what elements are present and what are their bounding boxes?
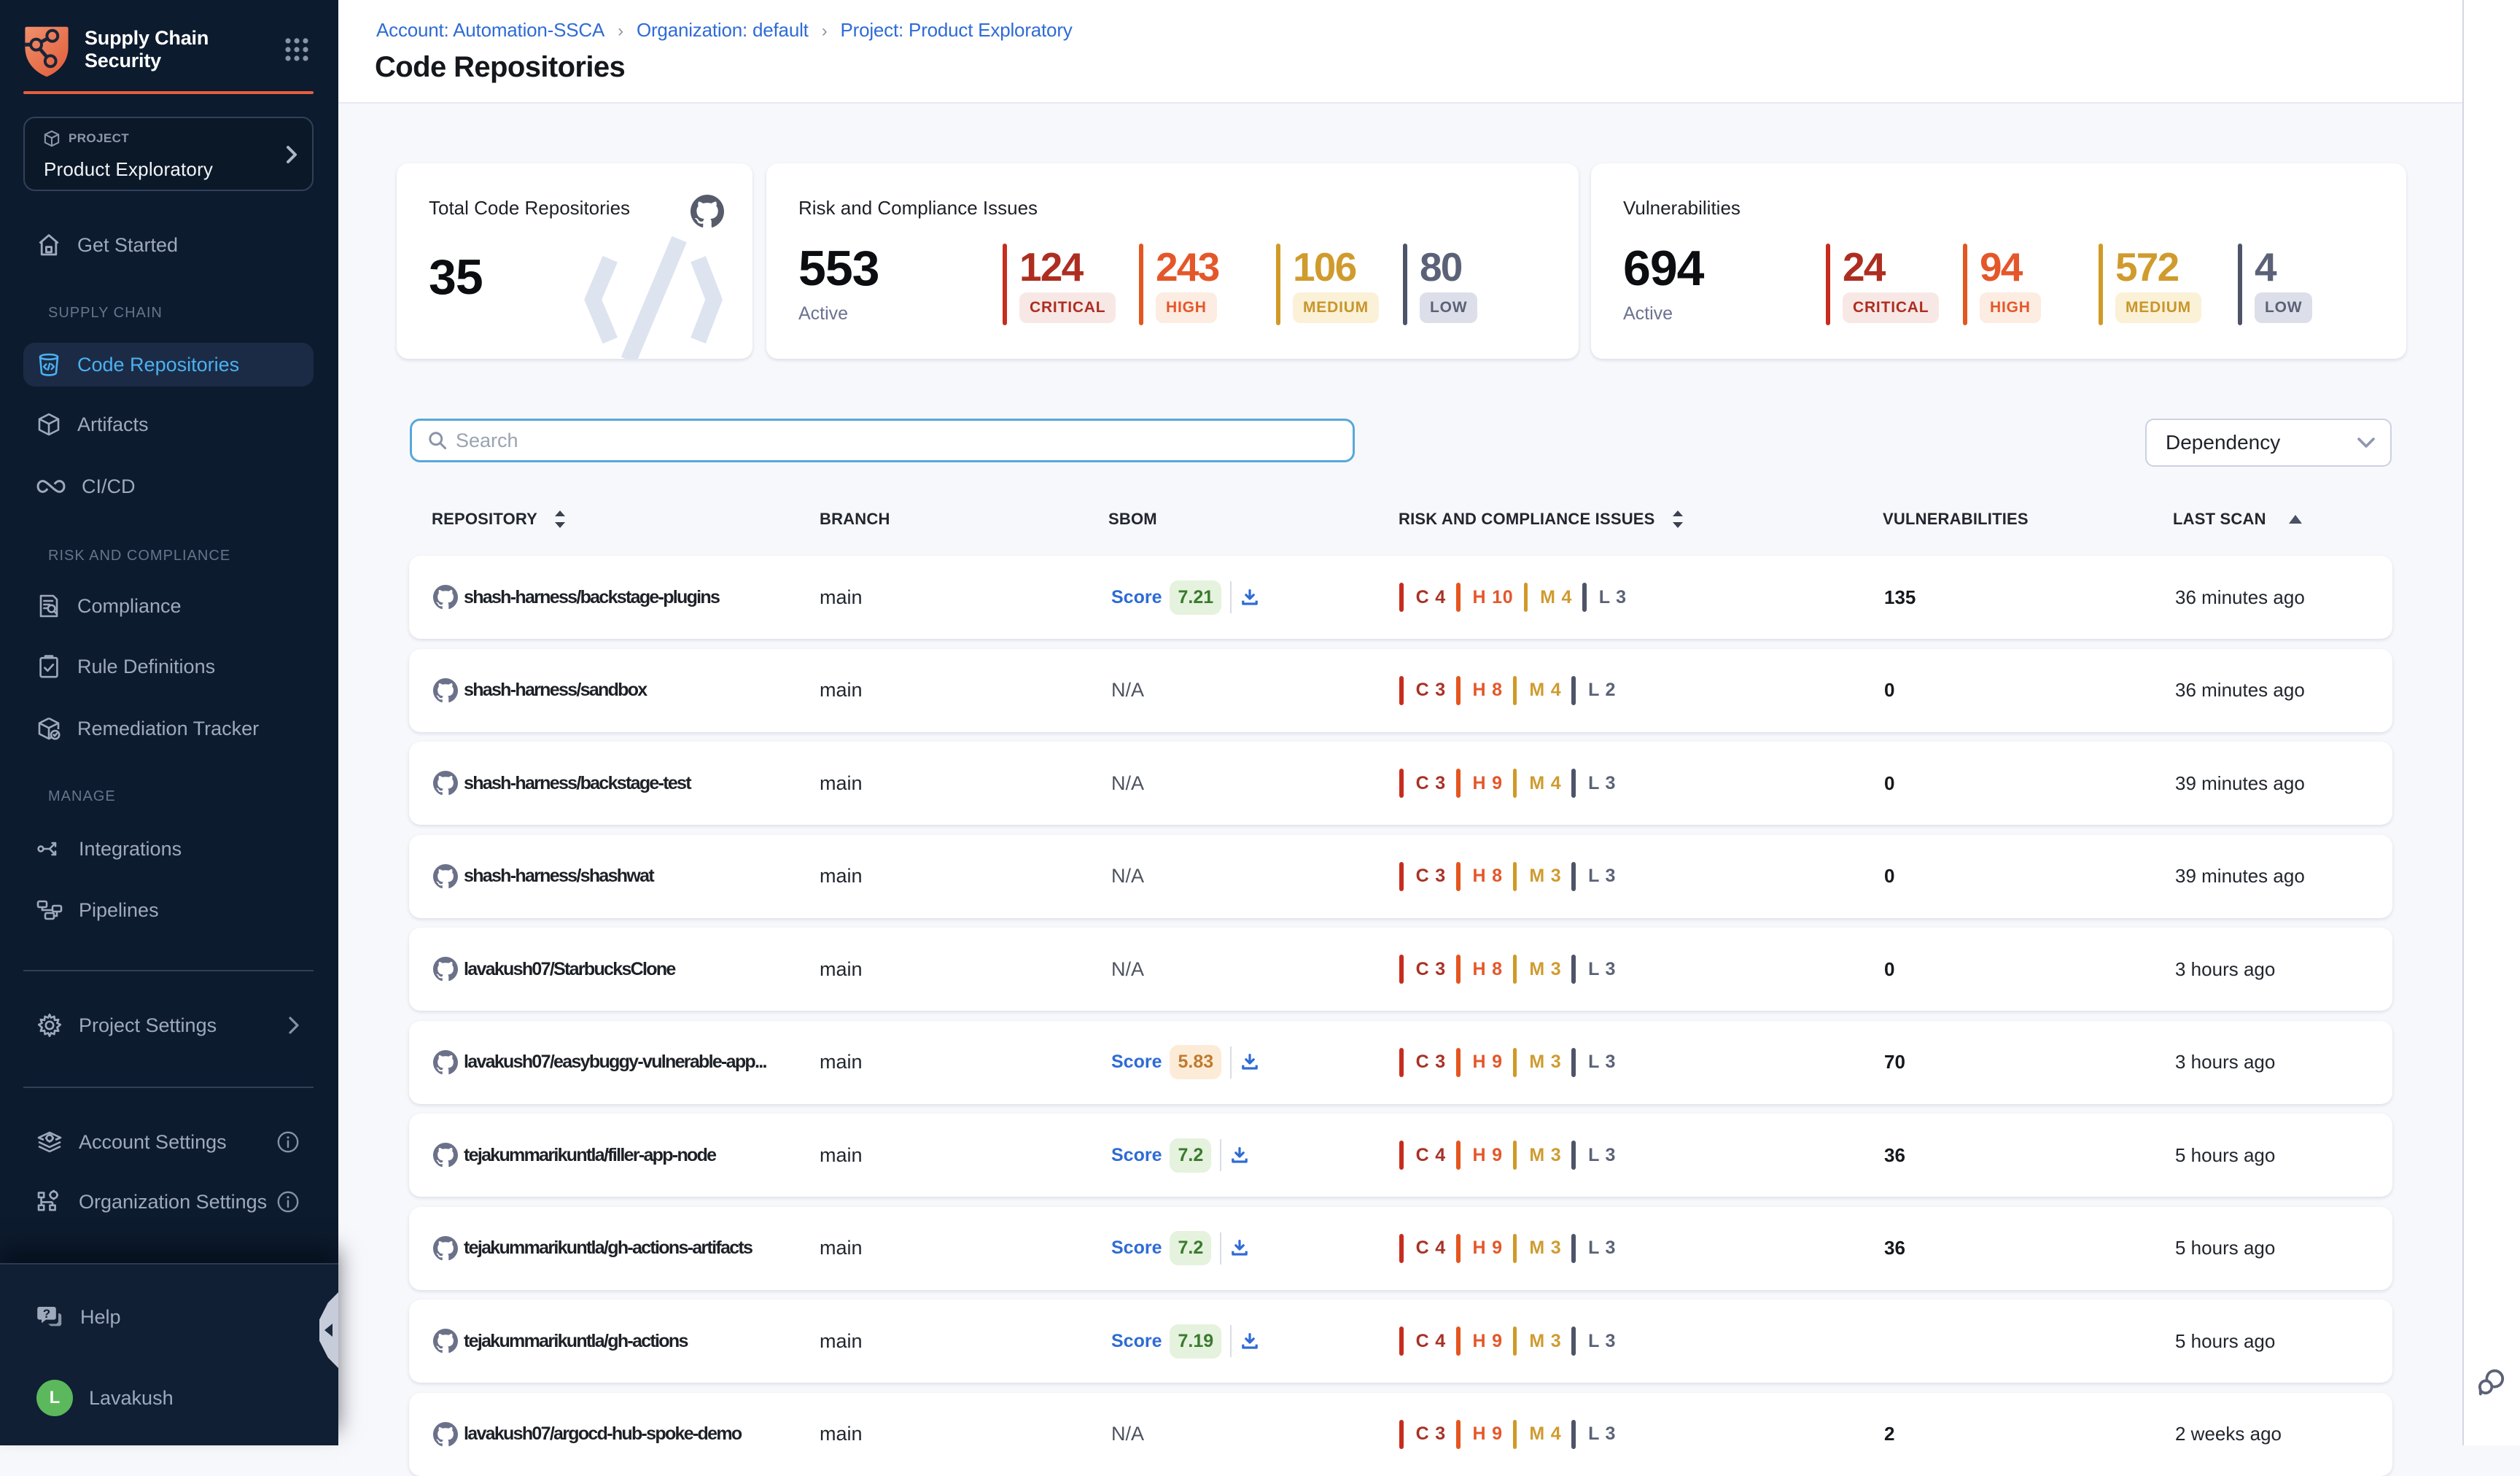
svg-text:?: ? xyxy=(43,1307,50,1321)
